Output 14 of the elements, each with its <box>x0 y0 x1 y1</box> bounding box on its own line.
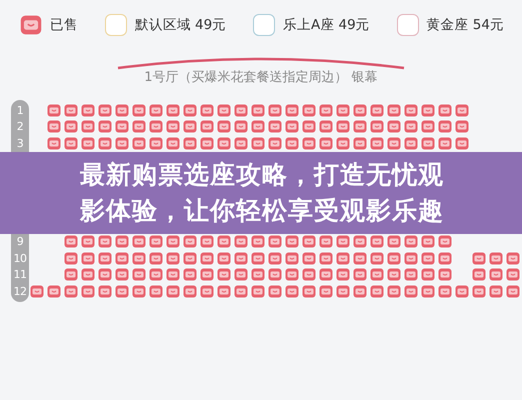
screen-label: 1号厅（买爆米花套餐送指定周边） 银幕 <box>144 69 378 87</box>
row-number: 9 <box>16 236 24 248</box>
row-number: 10 <box>12 252 28 264</box>
banner-title: 最新购票选座攻略，打造无忧观影体验，让你轻松享受观影乐趣 <box>80 158 445 226</box>
row-number: 2 <box>16 121 24 132</box>
legend-label: 黄金座 54元 <box>426 16 504 35</box>
row-number: 3 <box>16 138 24 149</box>
row-number: 11 <box>12 269 28 280</box>
row-number: 12 <box>12 286 28 297</box>
legend-label: 已售 <box>50 16 78 35</box>
row-number: 1 <box>16 104 24 116</box>
sold-seat-icon <box>20 14 42 36</box>
legend-label: 默认区域 49元 <box>134 16 226 35</box>
legend-label: 乐上A座 49元 <box>283 16 370 35</box>
